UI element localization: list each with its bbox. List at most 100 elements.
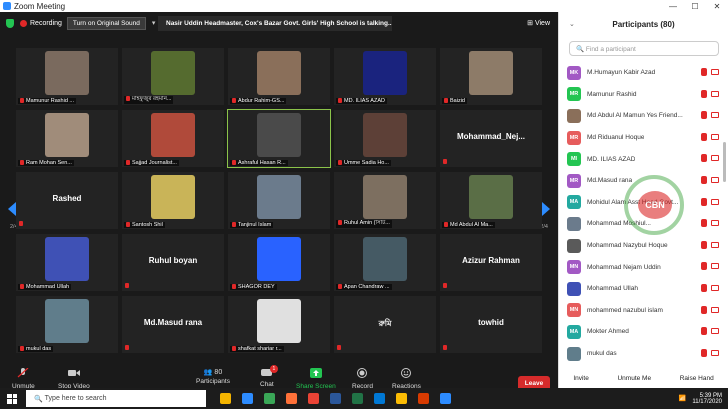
raise-hand-button[interactable]: Raise Hand (680, 375, 714, 382)
participant-name: Tanjinul Islam (238, 222, 272, 228)
window-title: Zoom Meeting (14, 1, 66, 11)
participant-list-item[interactable]: mukul das (567, 343, 719, 365)
participant-video-tile[interactable]: Ram Mohan Sen... (16, 110, 118, 167)
taskbar-app-icon[interactable] (308, 393, 319, 404)
participant-video-tile[interactable]: SHAGOR DEY (228, 234, 330, 291)
unmute-me-button[interactable]: Unmute Me (617, 375, 651, 382)
participant-video-tile[interactable]: Baizid (440, 48, 542, 105)
participants-button[interactable]: 👥 80 Participants (196, 368, 230, 385)
participant-status-icons (701, 132, 719, 141)
camera-off-icon (711, 241, 719, 248)
taskbar-app-icon[interactable] (286, 393, 297, 404)
participant-status-icons (701, 305, 719, 314)
participant-list-item[interactable]: MK M.Humayun Kabir Azad (567, 62, 719, 84)
participant-video-tile[interactable]: Ashraful Hasan R... (227, 109, 331, 168)
participant-video-tile[interactable]: Ruhul boyan (122, 234, 224, 291)
panel-scrollbar[interactable] (723, 142, 726, 182)
participant-video-tile[interactable]: Azizur Rahman (440, 234, 542, 291)
microphone-muted-icon (20, 346, 24, 352)
taskbar-search-input[interactable]: 🔍 Type here to search (26, 390, 206, 407)
participant-video-tile[interactable]: Santosh Shil (122, 172, 224, 229)
participant-list-name: Md.Masud rana (587, 177, 633, 185)
participant-list-item[interactable]: Mohammad Nazybul Hoque (567, 235, 719, 257)
chevron-down-icon[interactable]: ▾ (152, 19, 156, 27)
taskbar-app-icon[interactable] (418, 393, 429, 404)
minimize-button[interactable]: — (662, 2, 684, 11)
participant-list-item[interactable]: MR Mamunur Rashid (567, 84, 719, 106)
participant-video-tile[interactable]: Md Abdul Al Ma... (440, 172, 542, 229)
avatar (567, 346, 581, 361)
participant-video-tile[interactable]: MD. ILIAS AZAD (334, 48, 436, 105)
participant-video-tile[interactable]: মাহফুজুর রহমান... (122, 48, 224, 105)
avatar: MR (567, 130, 581, 145)
participant-list-item[interactable]: Mohammad Ullah (567, 278, 719, 300)
participant-list-name: mukul das (587, 350, 617, 358)
participants-count: 80 (214, 369, 223, 376)
microphone-muted-icon (126, 222, 130, 228)
participant-video-tile[interactable]: mukul das (16, 296, 118, 353)
view-button[interactable]: ⊞ View (527, 19, 550, 27)
unmute-button[interactable]: Unmute (12, 367, 35, 390)
participant-video-tile[interactable]: রুমি (334, 296, 436, 353)
previous-page-arrow-icon[interactable] (8, 202, 16, 216)
participant-list-item[interactable]: MA Mokter Ahmed (567, 321, 719, 343)
microphone-muted-icon (338, 284, 342, 290)
participant-status-icons (701, 111, 719, 120)
participant-list-item[interactable]: MN Mohammad Nejam Uddin (567, 256, 719, 278)
participant-video-tile[interactable]: Mohammad Ullah (16, 234, 118, 291)
share-screen-button[interactable]: Share Screen (296, 368, 336, 390)
stop-video-button[interactable]: Stop Video (58, 368, 90, 390)
invite-button[interactable]: Invite (573, 375, 589, 382)
microphone-muted-icon (337, 345, 341, 350)
taskbar-app-icon[interactable] (264, 393, 275, 404)
reactions-button[interactable]: Reactions (392, 368, 421, 390)
participant-search-input[interactable]: 🔍 Find a participant (569, 41, 719, 56)
participant-list-item[interactable]: Md Abdul Al Mamun Yes Friend... (567, 105, 719, 127)
wifi-icon[interactable]: 📶 (679, 395, 686, 402)
record-button[interactable]: Record (352, 368, 373, 390)
microphone-muted-icon (701, 111, 707, 120)
microphone-muted-icon (338, 160, 342, 166)
participant-list-item[interactable]: MI MD. ILIAS AZAD (567, 148, 719, 170)
close-button[interactable]: ✕ (706, 2, 728, 11)
participant-video-tile[interactable]: shafkat shariar r... (228, 296, 330, 353)
participant-list-item[interactable]: MN mohammed nazubul islam (567, 300, 719, 322)
taskbar-app-icon[interactable] (242, 393, 253, 404)
camera-off-icon (711, 155, 719, 162)
participant-video-tile[interactable]: Mohammad_Nej... (440, 110, 542, 167)
participant-video (363, 51, 407, 95)
participant-video-tile[interactable]: Apan Chandraw ... (334, 234, 436, 291)
clock[interactable]: 5:39 PM 11/17/2020 (692, 393, 722, 405)
participant-name-display: Ruhul boyan (148, 256, 198, 265)
original-sound-button[interactable]: Turn on Original Sound (66, 16, 146, 30)
maximize-button[interactable]: ☐ (684, 2, 706, 11)
taskbar-app-icon[interactable] (220, 393, 231, 404)
participant-name-display: রুমি (378, 319, 392, 328)
taskbar-app-icon[interactable] (440, 393, 451, 404)
chat-label: Chat (260, 381, 274, 388)
taskbar-app-icon[interactable] (330, 393, 341, 404)
participant-video (257, 237, 301, 281)
next-page-arrow-icon[interactable] (542, 202, 550, 216)
participant-video-tile[interactable]: towhid (440, 296, 542, 353)
chat-button[interactable]: 1 Chat (260, 365, 278, 388)
participant-video-tile[interactable]: Md.Masud rana (122, 296, 224, 353)
participant-video-tile[interactable]: Umme Sadia Ho... (334, 110, 436, 167)
participant-name: MD. ILIAS AZAD (344, 98, 385, 104)
participant-video-tile[interactable]: Abdur Rahim-GS... (228, 48, 330, 105)
participant-video-tile[interactable]: Sajjad Journalist... (122, 110, 224, 167)
shield-icon[interactable] (6, 18, 14, 28)
participant-video-tile[interactable]: Mamunur Rashid ... (16, 48, 118, 105)
taskbar-app-icon[interactable] (374, 393, 385, 404)
participant-name: Sajjad Journalist... (132, 160, 177, 166)
windows-start-icon[interactable] (7, 393, 17, 404)
microphone-muted-icon (443, 283, 447, 288)
participant-video-tile[interactable]: Ruhul Amin (সিটি... (334, 172, 436, 229)
taskbar-app-icon[interactable] (396, 393, 407, 404)
avatar: MN (567, 303, 581, 318)
participant-name-label: MD. ILIAS AZAD (336, 98, 387, 104)
participant-list-item[interactable]: MR Md Riduanul Hoque (567, 127, 719, 149)
participant-video-tile[interactable]: Rashed (16, 172, 118, 229)
taskbar-app-icon[interactable] (352, 393, 363, 404)
participant-video-tile[interactable]: Tanjinul Islam (228, 172, 330, 229)
